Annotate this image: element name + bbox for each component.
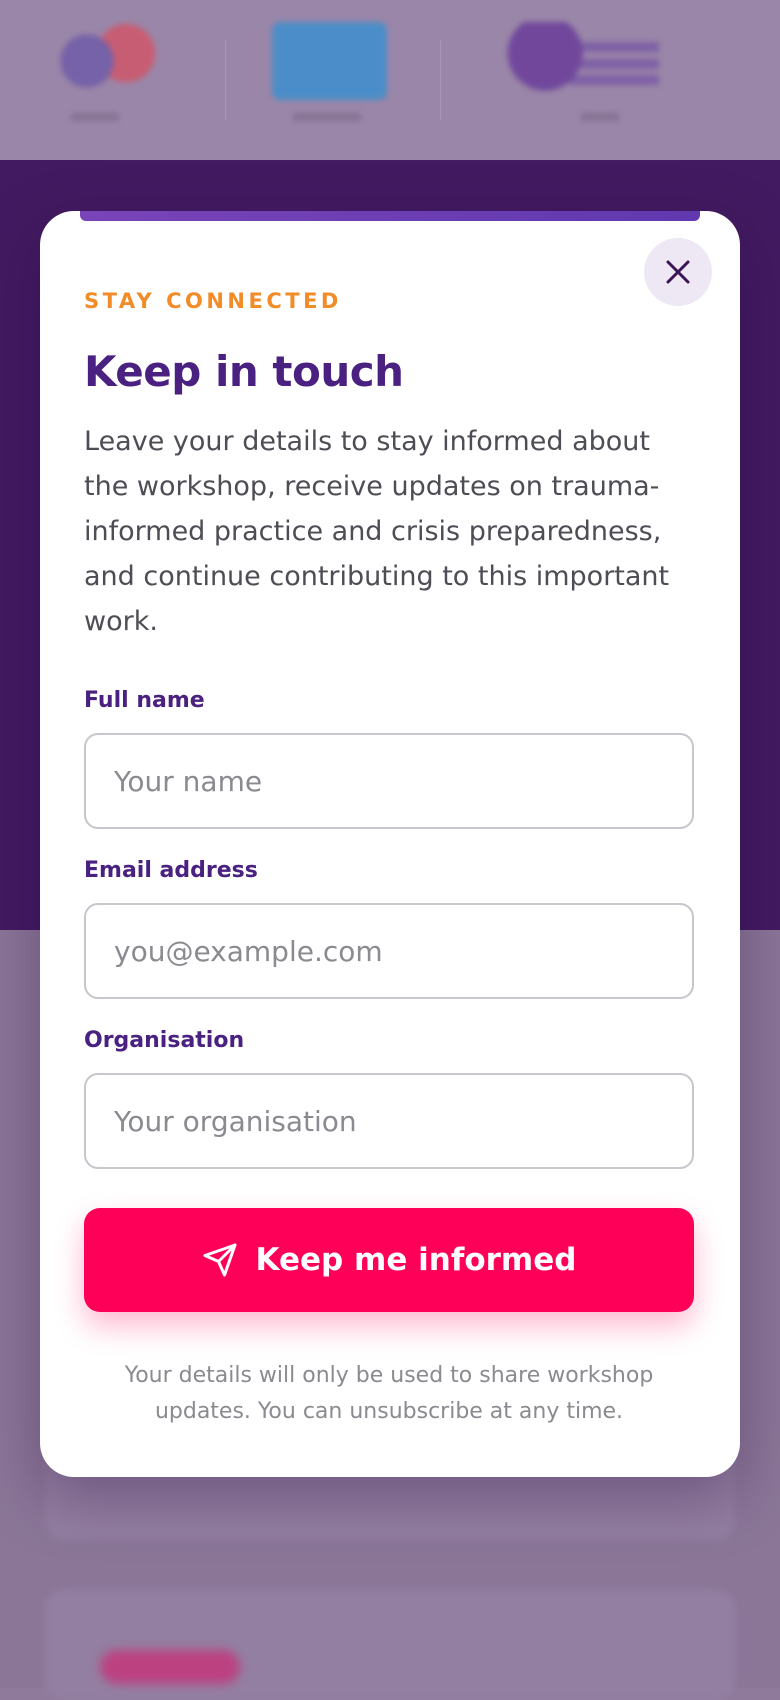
header-divider (225, 40, 226, 120)
email-label: Email address (84, 858, 258, 883)
organisation-input[interactable] (84, 1073, 694, 1169)
modal-title: Keep in touch (84, 347, 404, 396)
modal-description: Leave your details to stay informed abou… (84, 426, 670, 637)
email-input[interactable] (84, 903, 694, 999)
modal-accent-bar (80, 211, 700, 221)
partner-logo (272, 22, 387, 100)
keep-me-informed-button[interactable]: Keep me informed (84, 1208, 694, 1312)
close-button[interactable] (644, 238, 712, 306)
privacy-note: Your details will only be used to share … (124, 1363, 654, 1424)
partner-logo-caption (70, 112, 120, 122)
header-divider (440, 40, 441, 120)
close-icon (666, 260, 690, 284)
eyebrow-label: STAY CONNECTED (84, 289, 342, 313)
organisation-label: Organisation (84, 1028, 245, 1053)
partner-logo (500, 22, 705, 100)
submit-label: Keep me informed (255, 1242, 577, 1278)
partner-logo (35, 22, 165, 100)
background-badge (100, 1650, 240, 1684)
partner-logo-caption (580, 112, 620, 122)
send-icon (203, 1243, 237, 1277)
full-name-input[interactable] (84, 733, 694, 829)
background-header (0, 0, 780, 160)
partner-logo-caption (292, 112, 362, 122)
full-name-label: Full name (84, 688, 205, 713)
keep-in-touch-modal: STAY CONNECTED Keep in touch Leave your … (40, 211, 740, 1477)
